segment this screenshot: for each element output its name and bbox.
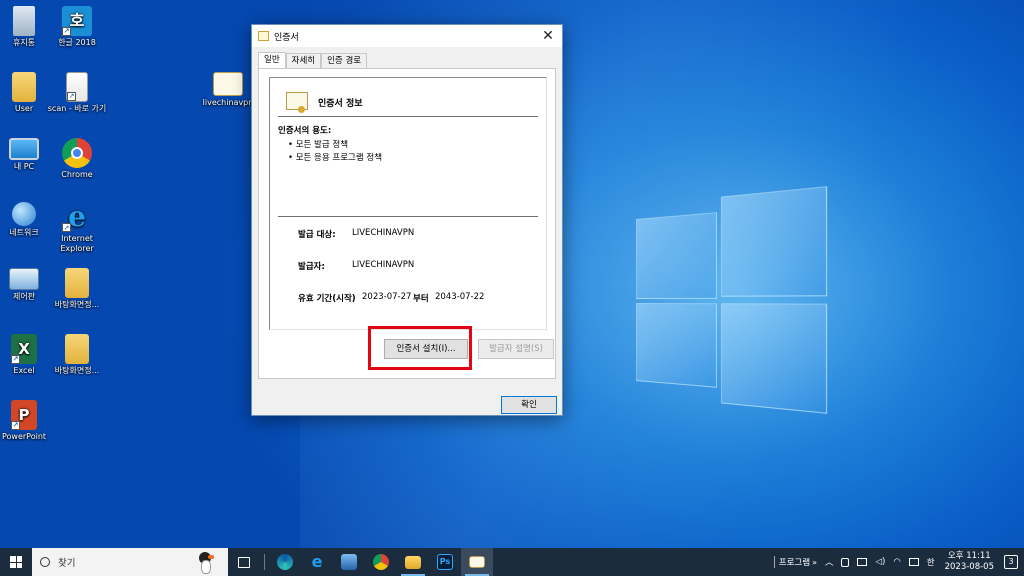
taskbar-photoshop[interactable]: Ps xyxy=(429,548,461,576)
ime-indicator[interactable]: 한 xyxy=(927,556,935,568)
battery-icon[interactable] xyxy=(857,558,867,566)
control-panel-icon xyxy=(9,268,39,290)
close-button[interactable]: ✕ xyxy=(534,25,562,47)
ok-button[interactable]: 확인 xyxy=(501,396,557,414)
file-explorer-icon xyxy=(405,556,421,569)
issuer-statement-button[interactable]: 발급자 설명(S) xyxy=(478,339,554,359)
task-view-button[interactable] xyxy=(228,548,260,576)
valid-from-value: 2023-07-27 xyxy=(362,292,411,302)
edge-icon xyxy=(277,554,293,570)
chevron-up-icon[interactable]: ︿ xyxy=(825,556,834,568)
computer-icon xyxy=(9,138,39,160)
desktop-icon-label: Internet Explorer xyxy=(45,234,109,254)
desktop-icon-powerpoint[interactable]: P ↗ PowerPoint xyxy=(0,400,56,442)
desktop-icon-label: scan - 바로 가기 xyxy=(45,104,109,114)
network-app-icon xyxy=(341,554,357,570)
chrome-icon xyxy=(373,554,389,570)
desktop-icon-label: PowerPoint xyxy=(0,432,56,442)
recycle-bin-icon xyxy=(13,6,35,36)
taskbar-edge[interactable] xyxy=(269,548,301,576)
desktop-icon-scan[interactable]: ↗ scan - 바로 가기 xyxy=(45,72,109,114)
tab-details[interactable]: 자세히 xyxy=(286,53,321,68)
network-icon xyxy=(12,202,36,226)
desktop-icon-label: 한글 2018 xyxy=(45,38,109,48)
dialog-title: 인증서 xyxy=(274,30,534,43)
notification-center-button[interactable]: 3 xyxy=(1004,555,1018,569)
issued-by-label: 발급자: xyxy=(298,260,325,272)
internet-explorer-icon: e xyxy=(309,554,325,570)
validity-to-label: 부터 xyxy=(413,292,429,304)
internet-explorer-icon: e ↗ xyxy=(62,202,92,232)
scan-file-icon: ↗ xyxy=(66,72,88,102)
purpose-item: • 모든 응용 프로그램 정책 xyxy=(288,151,382,163)
windows-icon xyxy=(10,556,22,568)
chrome-icon xyxy=(62,138,92,168)
search-placeholder: 찾기 xyxy=(58,555,75,569)
taskbar-chrome[interactable] xyxy=(365,548,397,576)
windows-logo-wallpaper xyxy=(636,186,827,414)
user-folder-icon xyxy=(12,72,36,102)
task-view-icon xyxy=(238,557,250,568)
highlight-box xyxy=(368,326,472,370)
taskbar-certificate[interactable] xyxy=(461,548,493,576)
purpose-title: 인증서의 용도: xyxy=(278,124,331,136)
tab-certification-path[interactable]: 인증 경로 xyxy=(321,53,367,68)
certificate-icon xyxy=(286,92,308,110)
keyboard-icon[interactable] xyxy=(909,558,919,566)
hangul-icon: 호 ↗ xyxy=(62,6,92,36)
desktop-icon-internet-explorer[interactable]: e ↗ Internet Explorer xyxy=(45,202,109,254)
toolbar-label[interactable]: 프로그램 xyxy=(774,556,810,568)
info-title: 인증서 정보 xyxy=(318,96,363,109)
desktop-icon-folder-2[interactable]: 바탕화면정... xyxy=(45,334,109,376)
certificate-file-icon xyxy=(213,72,243,96)
puffin-icon xyxy=(194,550,216,574)
clock-time: 오후 11:11 xyxy=(945,551,994,562)
system-tray: 프로그램 » ︿ ◁) ◠ 한 오후 11:11 2023-08-05 3 xyxy=(770,548,1024,576)
tab-general[interactable]: 일반 xyxy=(258,52,286,68)
divider xyxy=(278,216,538,217)
desktop-icon-folder-1[interactable]: 바탕화면정... xyxy=(45,268,109,310)
search-box[interactable]: 찾기 xyxy=(32,548,228,576)
issued-by-value: LIVECHINAVPN xyxy=(352,260,414,270)
divider xyxy=(278,116,538,117)
taskbar-internet-explorer[interactable]: e xyxy=(301,548,333,576)
powerpoint-icon: P ↗ xyxy=(11,400,37,430)
certificate-icon xyxy=(258,31,269,41)
photoshop-icon: Ps xyxy=(437,554,453,570)
wifi-icon[interactable]: ◠ xyxy=(893,557,900,567)
folder-icon xyxy=(65,268,89,298)
certificate-icon xyxy=(469,556,485,568)
issued-to-label: 발급 대상: xyxy=(298,228,336,240)
taskbar-file-explorer[interactable] xyxy=(397,548,429,576)
start-button[interactable] xyxy=(0,548,32,576)
volume-icon[interactable]: ◁) xyxy=(875,557,885,567)
clock[interactable]: 오후 11:11 2023-08-05 xyxy=(945,551,994,573)
issued-to-value: LIVECHINAVPN xyxy=(352,228,414,238)
certificate-info-box: 인증서 정보 인증서의 용도: • 모든 발급 정책 • 모든 응용 프로그램 … xyxy=(269,77,547,330)
desktop-icon-label: 바탕화면정... xyxy=(45,300,109,310)
purpose-item: • 모든 발급 정책 xyxy=(288,138,348,150)
taskbar-network-app[interactable] xyxy=(333,548,365,576)
excel-icon: X ↗ xyxy=(11,334,37,364)
tab-bar: 일반 자세히 인증 경로 xyxy=(258,52,367,68)
valid-to-value: 2043-07-22 xyxy=(435,292,484,302)
desktop-icon-label: 바탕화면정... xyxy=(45,366,109,376)
validity-label: 유효 기간(시작) xyxy=(298,292,356,304)
meet-now-icon[interactable] xyxy=(841,558,849,567)
desktop-icon-chrome[interactable]: Chrome xyxy=(45,138,109,180)
toolbar-chevron[interactable]: » xyxy=(812,558,817,567)
search-icon xyxy=(40,557,50,567)
desktop-icon-label: Chrome xyxy=(45,170,109,180)
taskbar: 찾기 e Ps 프로그램 » ︿ ◁) ◠ 한 오후 11:11 2023-08… xyxy=(0,548,1024,576)
desktop-icon-hangul[interactable]: 호 ↗ 한글 2018 xyxy=(45,6,109,48)
folder-icon xyxy=(65,334,89,364)
dialog-titlebar[interactable]: 인증서 ✕ xyxy=(252,25,562,47)
clock-date: 2023-08-05 xyxy=(945,562,994,573)
separator xyxy=(264,554,265,570)
